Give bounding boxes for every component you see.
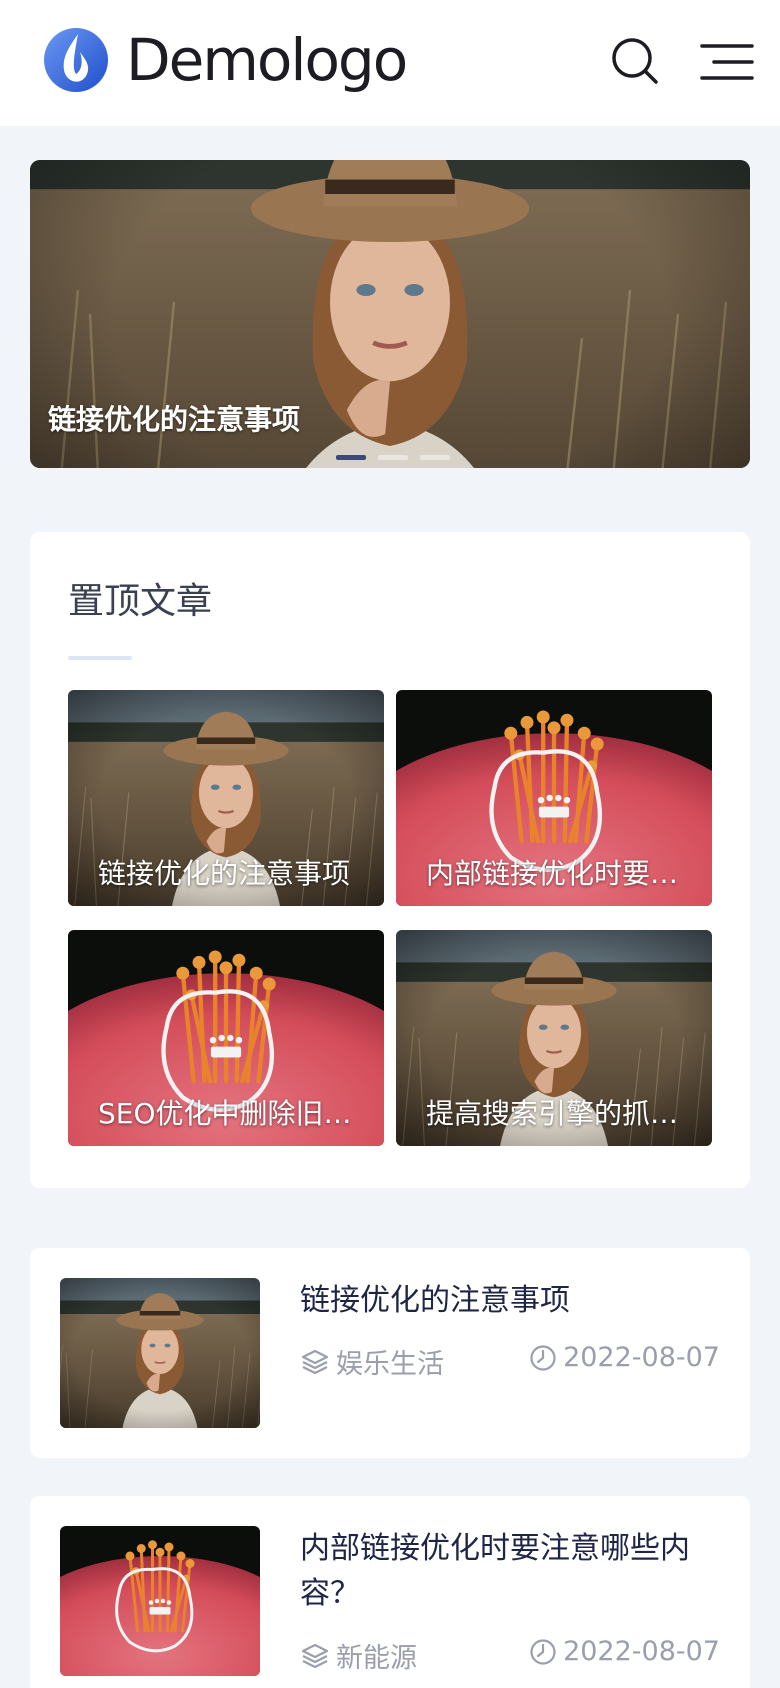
menu-icon[interactable] bbox=[700, 42, 754, 82]
banner-dot-1[interactable] bbox=[336, 455, 366, 460]
article-card[interactable]: 链接优化的注意事项 娱乐生活 2022-08-07 bbox=[30, 1248, 750, 1458]
pinned-articles-section: 置顶文章 链接优化的注意事项 内部链接优化时要注意哪些内容？ SEO优化中删除旧… bbox=[30, 532, 750, 1188]
article-category[interactable]: 新能源 bbox=[300, 1636, 417, 1675]
article-date: 2022-08-07 bbox=[529, 1342, 720, 1373]
logo[interactable]: Demologo bbox=[40, 24, 408, 96]
section-title: 置顶文章 bbox=[68, 581, 213, 622]
article-category[interactable]: 娱乐生活 bbox=[300, 1342, 444, 1381]
banner-dot-3[interactable] bbox=[420, 455, 450, 460]
article-date-label: 2022-08-07 bbox=[563, 1342, 720, 1373]
banner-dot-2[interactable] bbox=[378, 455, 408, 460]
article-thumbnail[interactable] bbox=[60, 1526, 260, 1676]
search-icon[interactable] bbox=[610, 36, 662, 88]
pinned-item[interactable]: 内部链接优化时要注意哪些内容？ bbox=[396, 690, 712, 906]
pinned-item-caption: 内部链接优化时要注意哪些内容？ bbox=[426, 857, 696, 890]
article-date: 2022-08-07 bbox=[529, 1636, 720, 1667]
banner-caption[interactable]: 链接优化的注意事项 bbox=[48, 398, 300, 438]
clock-icon bbox=[530, 1344, 556, 1371]
section-title-underline bbox=[68, 656, 132, 660]
banner-pagination bbox=[336, 455, 450, 460]
pinned-item-caption: 链接优化的注意事项 bbox=[98, 857, 351, 890]
clock-icon bbox=[530, 1638, 556, 1665]
layers-icon bbox=[301, 1349, 329, 1374]
article-title[interactable]: 链接优化的注意事项 bbox=[300, 1278, 710, 1323]
pinned-item[interactable]: 提高搜索引擎的抓取频率 bbox=[396, 930, 712, 1146]
pinned-item-caption: SEO优化中删除旧文章对网站的影响 bbox=[98, 1097, 368, 1130]
logo-flame-icon bbox=[44, 28, 108, 92]
article-thumbnail[interactable] bbox=[60, 1278, 260, 1428]
article-category-label: 娱乐生活 bbox=[336, 1349, 444, 1380]
pinned-item[interactable]: SEO优化中删除旧文章对网站的影响 bbox=[68, 930, 384, 1146]
header: Demologo bbox=[0, 0, 780, 126]
logo-text: Demologo bbox=[126, 26, 408, 94]
pinned-item-caption: 提高搜索引擎的抓取频率 bbox=[426, 1097, 696, 1130]
article-title[interactable]: 内部链接优化时要注意哪些内容？ bbox=[300, 1526, 710, 1616]
article-category-label: 新能源 bbox=[336, 1643, 417, 1674]
article-card[interactable]: 内部链接优化时要注意哪些内容？ 新能源 2022-08-07 bbox=[30, 1496, 750, 1688]
pinned-item[interactable]: 链接优化的注意事项 bbox=[68, 690, 384, 906]
article-date-label: 2022-08-07 bbox=[563, 1636, 720, 1667]
layers-icon bbox=[301, 1643, 329, 1668]
